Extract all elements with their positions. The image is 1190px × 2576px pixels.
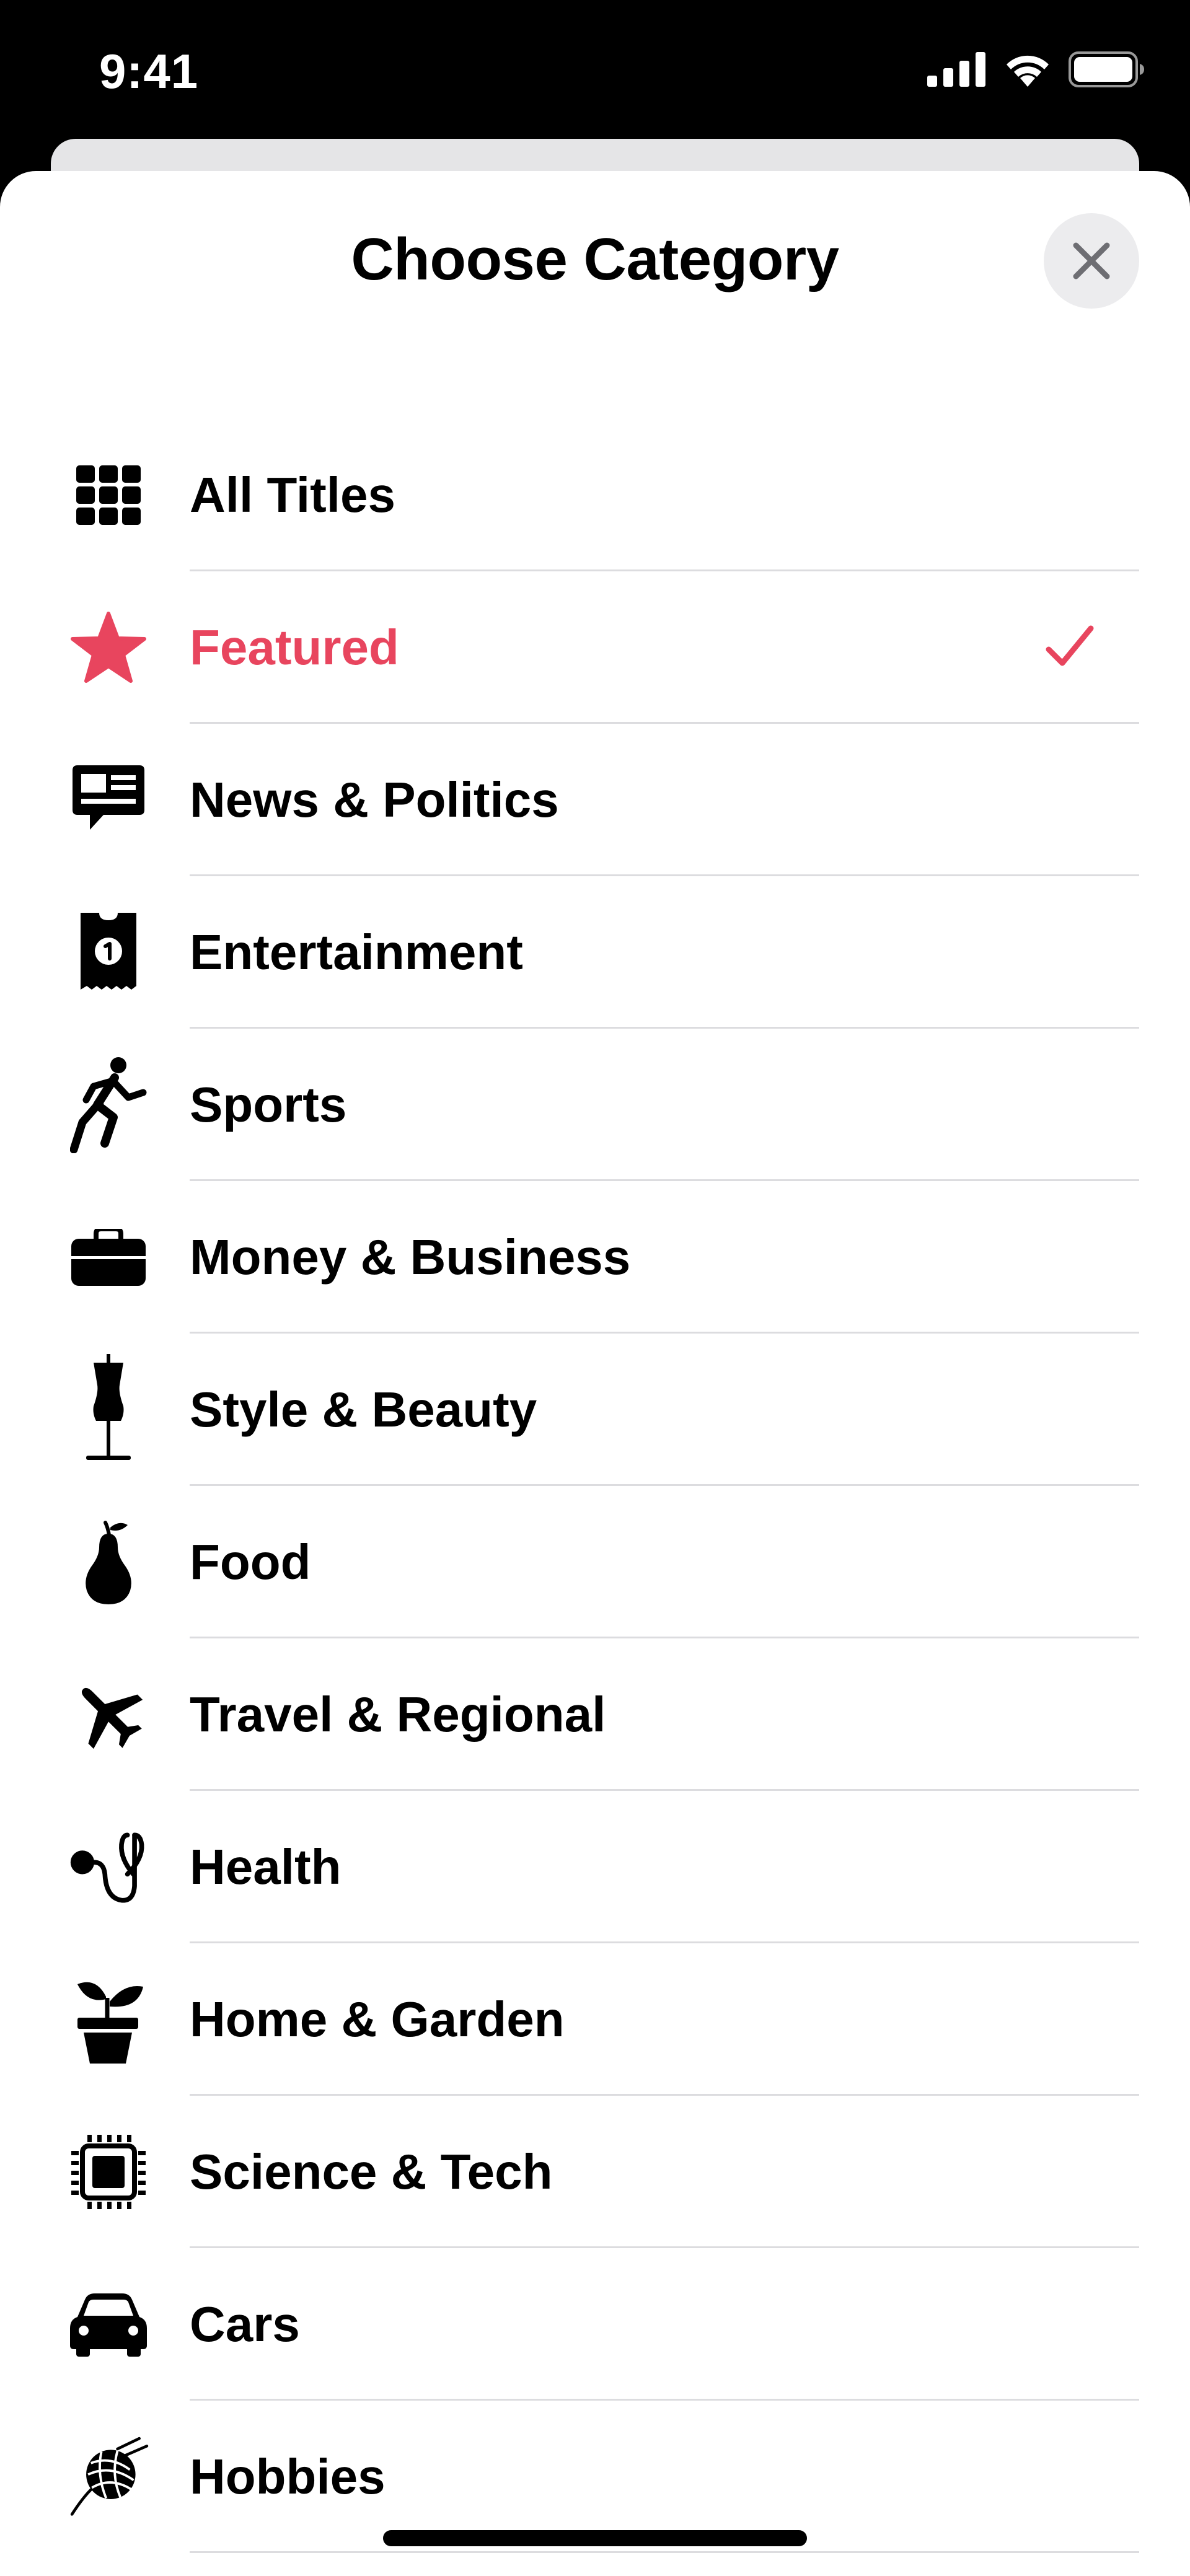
battery-icon	[1069, 51, 1145, 90]
status-time: 9:41	[99, 44, 199, 99]
category-label: Featured	[190, 620, 399, 675]
category-label: Sports	[190, 1077, 347, 1132]
airplane-icon	[68, 1674, 149, 1755]
category-label: Entertainment	[190, 925, 523, 980]
category-label: News & Politics	[190, 772, 559, 827]
category-row-all-titles[interactable]: All Titles	[0, 419, 1190, 571]
close-button[interactable]	[1044, 213, 1139, 309]
potted-plant-icon	[68, 1979, 149, 2064]
category-label: All Titles	[190, 467, 395, 522]
category-label: Health	[190, 1839, 342, 1894]
category-label: Travel & Regional	[190, 1687, 606, 1742]
status-bar: 9:41	[0, 0, 1190, 143]
category-row-sports[interactable]: Sports	[0, 1029, 1190, 1181]
newspaper-icon	[68, 760, 149, 840]
sheet-title: Choose Category	[351, 226, 839, 292]
yarn-ball-icon	[68, 2437, 149, 2517]
star-icon	[68, 607, 149, 688]
category-sheet: Choose Category All Titles Featured News…	[0, 171, 1190, 2576]
briefcase-icon	[68, 1217, 149, 1298]
category-row-health[interactable]: Health	[0, 1791, 1190, 1943]
pear-icon	[68, 1521, 149, 1604]
checkmark-icon	[1041, 620, 1097, 675]
home-indicator[interactable]	[383, 2530, 807, 2546]
category-label: Home & Garden	[190, 1992, 565, 2047]
category-label: Money & Business	[190, 1229, 631, 1285]
cpu-chip-icon	[68, 2132, 149, 2212]
category-row-cars[interactable]: Cars	[0, 2248, 1190, 2401]
category-row-travel-regional[interactable]: Travel & Regional	[0, 1638, 1190, 1791]
close-icon	[1073, 242, 1110, 279]
mannequin-icon	[68, 1354, 149, 1460]
ticket-icon	[68, 912, 149, 993]
status-icons	[927, 51, 1145, 91]
screen: 9:41 Choose Category All Titles Featured…	[0, 0, 1190, 2576]
category-row-featured[interactable]: Featured	[0, 571, 1190, 724]
category-row-science-tech[interactable]: Science & Tech	[0, 2096, 1190, 2248]
category-row-home-garden[interactable]: Home & Garden	[0, 1943, 1190, 2096]
category-label: Hobbies	[190, 2449, 386, 2504]
cellular-signal-icon	[927, 52, 987, 90]
category-list: All Titles Featured News & Politics Ente…	[0, 419, 1190, 2553]
category-row-money-business[interactable]: Money & Business	[0, 1181, 1190, 1334]
grid-icon	[68, 455, 149, 535]
category-row-style-beauty[interactable]: Style & Beauty	[0, 1334, 1190, 1486]
category-label: Food	[190, 1534, 311, 1589]
car-icon	[68, 2284, 149, 2365]
category-row-entertainment[interactable]: Entertainment	[0, 876, 1190, 1029]
category-label: Science & Tech	[190, 2144, 553, 2199]
row-divider	[190, 2551, 1139, 2553]
wifi-icon	[1003, 51, 1052, 91]
stethoscope-icon	[68, 1827, 149, 1907]
category-label: Style & Beauty	[190, 1382, 537, 1437]
category-row-food[interactable]: Food	[0, 1486, 1190, 1638]
category-row-news-politics[interactable]: News & Politics	[0, 724, 1190, 876]
running-figure-icon	[68, 1057, 149, 1153]
category-label: Cars	[190, 2297, 300, 2352]
